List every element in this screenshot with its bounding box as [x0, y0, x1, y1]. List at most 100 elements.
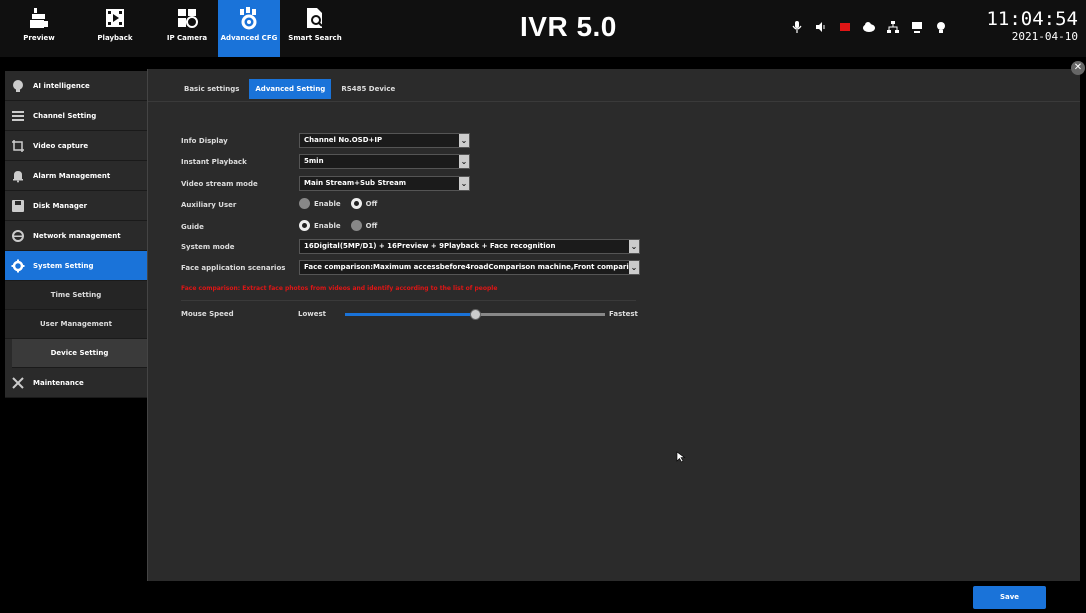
- sidebar-item-channel-setting[interactable]: Channel Setting: [5, 101, 147, 131]
- sidebar-item-video-capture[interactable]: Video capture: [5, 131, 147, 161]
- tab-advanced-setting[interactable]: Advanced Setting: [249, 79, 332, 99]
- chevron-down-icon: ⌄: [459, 155, 469, 168]
- sidebar-item-label: Alarm Management: [33, 171, 111, 180]
- info-display-select[interactable]: Channel No.OSD+IP ⌄: [299, 133, 470, 148]
- divider: [181, 300, 636, 301]
- clock: 11:04:54 2021-04-10: [986, 8, 1078, 44]
- nav-smart-search[interactable]: Smart Search: [286, 0, 344, 57]
- nav-advanced-cfg-label: Advanced CFG: [220, 34, 278, 42]
- guide-label: Guide: [181, 223, 204, 231]
- face-comparison-warning: Face comparison: Extract face photos fro…: [181, 285, 498, 292]
- gear-icon: [11, 259, 25, 272]
- video-stream-mode-label: Video stream mode: [181, 180, 258, 188]
- sidebar-subitem-label: Time Setting: [50, 291, 102, 299]
- instant-playback-value: 5min: [304, 157, 324, 165]
- video-stream-mode-select[interactable]: Main Stream+Sub Stream ⌄: [299, 176, 470, 191]
- mouse-speed-max-label: Fastest: [609, 310, 638, 318]
- nav-advanced-cfg[interactable]: Advanced CFG: [218, 0, 280, 57]
- sidebar-item-alarm-management[interactable]: Alarm Management: [5, 161, 147, 191]
- footer-bar: [0, 581, 1086, 613]
- clock-time: 11:04:54: [986, 8, 1078, 30]
- sidebar-item-label: Channel Setting: [33, 111, 97, 120]
- mouse-cursor-icon: [676, 451, 686, 463]
- mouse-speed-slider[interactable]: [345, 309, 605, 320]
- guide-off-label: Off: [365, 221, 378, 230]
- status-icons: [790, 20, 948, 36]
- auxiliary-user-enable-label: Enable: [314, 199, 341, 208]
- speaker-icon[interactable]: [814, 20, 828, 34]
- monitor-icon[interactable]: [910, 20, 924, 34]
- auxiliary-user-enable-radio[interactable]: [299, 198, 310, 209]
- auxiliary-user-label: Auxiliary User: [181, 201, 237, 209]
- chevron-down-icon: ⌄: [459, 177, 469, 190]
- nav-preview-label: Preview: [23, 34, 55, 42]
- channel-icon: [12, 110, 24, 121]
- user-icon[interactable]: [934, 20, 948, 34]
- info-display-label: Info Display: [181, 137, 228, 145]
- sidebar-item-label: Disk Manager: [33, 201, 88, 210]
- ie-icon: [12, 229, 24, 242]
- app-brand: IVR 5.0: [520, 11, 617, 42]
- auxiliary-user-off-label: Off: [365, 199, 378, 208]
- record-icon[interactable]: [838, 20, 852, 34]
- preview-icon: [30, 8, 48, 28]
- system-mode-select[interactable]: 16Digital(5MP/D1) + 16Preview + 9Playbac…: [299, 239, 640, 254]
- nav-playback[interactable]: Playback: [86, 0, 144, 57]
- sidebar-item-label: Maintenance: [33, 378, 84, 387]
- nav-smart-search-label: Smart Search: [288, 34, 342, 42]
- chevron-down-icon: ⌄: [629, 240, 639, 253]
- instant-playback-select[interactable]: 5min ⌄: [299, 154, 470, 169]
- sidebar: AI intelligence Channel Setting Video ca…: [5, 71, 147, 398]
- playback-icon: [106, 9, 124, 27]
- slider-fill: [345, 313, 475, 316]
- ai-icon: [13, 79, 23, 92]
- sidebar-item-maintenance[interactable]: Maintenance: [5, 368, 147, 398]
- system-mode-value: 16Digital(5MP/D1) + 16Preview + 9Playbac…: [304, 242, 556, 250]
- cloud-icon[interactable]: [862, 20, 876, 34]
- sidebar-subitem-user-management[interactable]: User Management: [5, 310, 147, 339]
- sidebar-item-label: System Setting: [33, 261, 94, 270]
- nav-preview[interactable]: Preview: [10, 0, 68, 57]
- sidebar-subitem-label: User Management: [39, 320, 112, 328]
- mouse-speed-min-label: Lowest: [298, 310, 326, 318]
- guide-enable-radio[interactable]: [299, 220, 310, 231]
- save-button[interactable]: Save: [973, 586, 1046, 609]
- sidebar-item-network-management[interactable]: Network management: [5, 221, 147, 251]
- sidebar-item-label: Network management: [33, 231, 121, 240]
- guide-enable-label: Enable: [314, 221, 341, 230]
- sidebar-item-label: AI intelligence: [33, 81, 90, 90]
- slider-handle[interactable]: [470, 309, 481, 320]
- face-scenarios-select[interactable]: Face comparison:Maximum accessbefore4roa…: [299, 260, 640, 275]
- clock-date: 2021-04-10: [1011, 30, 1078, 43]
- microphone-icon[interactable]: [790, 20, 804, 34]
- nav-ip-camera-label: IP Camera: [166, 34, 208, 42]
- system-mode-label: System mode: [181, 243, 235, 251]
- ip-camera-icon: [178, 9, 198, 28]
- crop-icon: [12, 139, 24, 152]
- info-display-value: Channel No.OSD+IP: [304, 136, 383, 144]
- close-icon: ✕: [1073, 62, 1083, 73]
- sidebar-item-ai-intelligence[interactable]: AI intelligence: [5, 71, 147, 101]
- face-scenarios-value: Face comparison:Maximum accessbefore4roa…: [304, 263, 640, 271]
- video-stream-mode-value: Main Stream+Sub Stream: [304, 179, 407, 187]
- settings-panel: Basic settings Advanced Setting RS485 De…: [147, 69, 1080, 581]
- sidebar-subitem-time-setting[interactable]: Time Setting: [5, 281, 147, 310]
- nav-ip-camera[interactable]: IP Camera: [158, 0, 216, 57]
- bell-icon: [13, 170, 23, 182]
- auxiliary-user-radio-group: Enable Off: [299, 198, 383, 209]
- tab-rs485-device[interactable]: RS485 Device: [335, 79, 401, 99]
- network-icon[interactable]: [886, 20, 900, 34]
- sidebar-subitem-device-setting[interactable]: Device Setting: [12, 339, 147, 368]
- top-bar: Preview Playback IP Camera Advanced CFG …: [0, 0, 1086, 57]
- face-scenarios-label: Face application scenarios: [181, 264, 286, 272]
- guide-radio-group: Enable Off: [299, 220, 383, 231]
- mouse-speed-label: Mouse Speed: [181, 310, 234, 318]
- guide-off-radio[interactable]: [350, 220, 362, 231]
- sidebar-subitem-label: Device Setting: [50, 349, 109, 357]
- tab-bar: Basic settings Advanced Setting RS485 De…: [178, 79, 401, 99]
- sidebar-item-system-setting[interactable]: System Setting: [5, 251, 147, 281]
- tab-basic-settings[interactable]: Basic settings: [178, 79, 245, 99]
- close-button[interactable]: ✕: [1071, 61, 1085, 75]
- sidebar-item-disk-manager[interactable]: Disk Manager: [5, 191, 147, 221]
- auxiliary-user-off-radio[interactable]: [350, 198, 362, 209]
